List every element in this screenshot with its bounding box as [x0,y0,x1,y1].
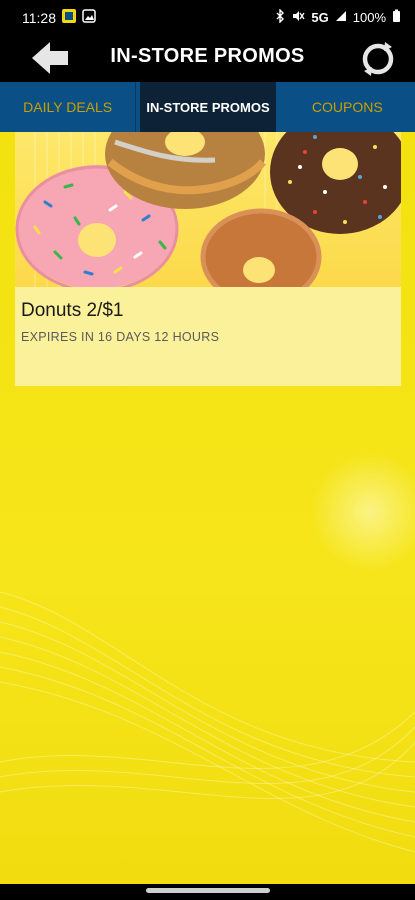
app-header: IN-STORE PROMOS [0,36,415,82]
donuts-image [15,132,401,287]
promo-text: Donuts 2/$1 EXPIRES IN 16 DAYS 12 HOURS [21,300,219,344]
tab-daily-deals-label: DAILY DEALS [23,99,113,115]
tab-daily-deals[interactable]: DAILY DEALS [0,82,137,132]
refresh-icon [362,42,394,76]
status-bar: 11:28 5G 100% [0,0,415,36]
network-type: 5G [311,10,329,25]
refresh-button[interactable] [359,40,397,78]
promo-card[interactable]: Donuts 2/$1 EXPIRES IN 16 DAYS 12 HOURS [15,132,401,386]
status-left: 11:28 [22,9,96,26]
signal-icon [335,10,347,25]
battery-icon [392,9,401,26]
promo-list[interactable]: Donuts 2/$1 EXPIRES IN 16 DAYS 12 HOURS [0,132,415,884]
tab-in-store-promos-label: IN-STORE PROMOS [146,99,270,115]
app-notification-icon [62,9,76,26]
status-right: 5G 100% [275,8,401,26]
battery-percent: 100% [352,10,386,25]
tab-coupons[interactable]: COUPONS [280,82,415,132]
tab-bar: DAILY DEALS IN-STORE PROMOS COUPONS [0,82,415,132]
bluetooth-icon [275,8,285,26]
promo-title: Donuts 2/$1 [21,300,124,321]
status-time: 11:28 [22,9,56,26]
page-title: IN-STORE PROMOS [110,45,305,67]
home-indicator[interactable] [146,888,270,893]
gallery-icon [82,9,96,26]
background-wave-decoration [0,591,415,853]
promo-expiry: EXPIRES IN 16 DAYS 12 HOURS [21,330,220,344]
tab-coupons-label: COUPONS [311,99,383,115]
tab-in-store-promos[interactable]: IN-STORE PROMOS [136,82,280,132]
navigation-bar [0,884,415,900]
mute-icon [291,9,305,26]
